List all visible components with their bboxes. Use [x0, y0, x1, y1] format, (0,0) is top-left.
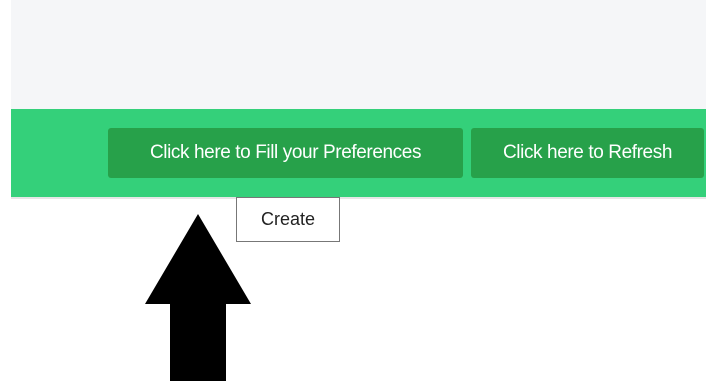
up-arrow-icon — [145, 214, 251, 381]
create-tooltip: Create — [236, 197, 340, 242]
header-area — [0, 0, 706, 109]
fill-preferences-button[interactable]: Click here to Fill your Preferences — [108, 128, 463, 178]
page-left-margin — [0, 0, 11, 381]
action-toolbar: Click here to Fill your Preferences Clic… — [11, 109, 706, 199]
refresh-button[interactable]: Click here to Refresh — [471, 128, 704, 178]
